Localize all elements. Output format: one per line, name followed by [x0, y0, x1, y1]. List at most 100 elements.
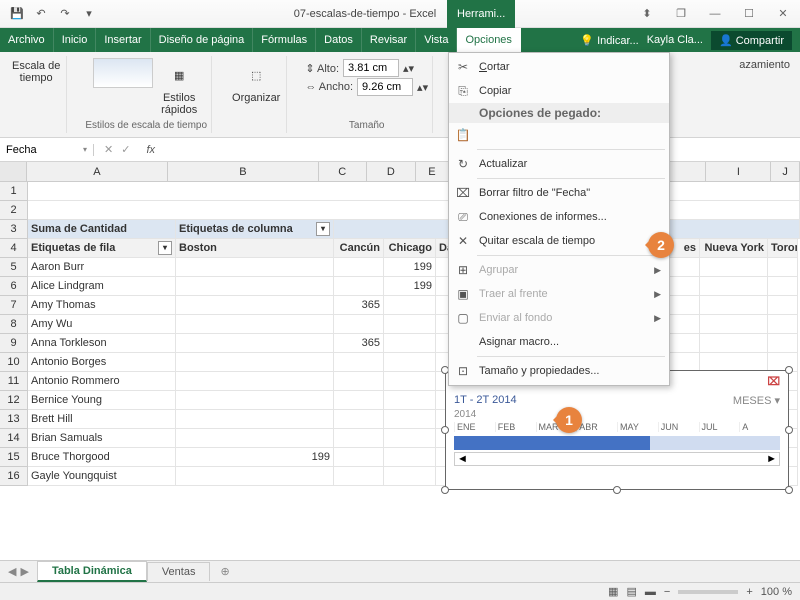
col-header[interactable]: J	[771, 162, 800, 181]
row-header[interactable]: 7	[0, 296, 28, 315]
row-header[interactable]: 3	[0, 220, 28, 239]
timeline-scrollbar[interactable]: ◄►	[454, 452, 780, 466]
ctx-copy[interactable]: ⎘Copiar	[449, 79, 669, 103]
timeline-month[interactable]: A	[739, 422, 780, 432]
timeline-slicer[interactable]: Fecha⌧ 1T - 2T 2014MESES ▾ 2014 ENEFEBMA…	[445, 370, 789, 490]
undo-icon[interactable]: ↶	[30, 3, 52, 25]
timeline-year: 2014	[446, 409, 788, 420]
row-header[interactable]: 6	[0, 277, 28, 296]
contextual-tool-tab[interactable]: Herrami...	[447, 0, 515, 28]
title-bar: 💾 ↶ ↷ ▾ 07-escalas-de-tiempo - Excel Her…	[0, 0, 800, 28]
sheet-nav-prev-icon[interactable]: ◀	[8, 565, 16, 578]
sheet-tab-ventas[interactable]: Ventas	[147, 562, 211, 581]
restore-icon[interactable]: ❐	[664, 0, 698, 28]
maximize-icon[interactable]: ☐	[732, 0, 766, 28]
row-header[interactable]: 11	[0, 372, 28, 391]
row-header[interactable]: 12	[0, 391, 28, 410]
tab-insertar[interactable]: Insertar	[96, 28, 150, 52]
ctx-remove-timeline[interactable]: ✕Quitar escala de tiempo	[449, 229, 669, 253]
estilos-rapidos-button[interactable]: ▦ Estilos rápidos	[159, 58, 199, 118]
zoom-in-icon[interactable]: +	[746, 586, 752, 598]
user-name[interactable]: Kayla Cla...	[647, 34, 703, 46]
col-header[interactable]: B	[168, 162, 319, 181]
timeline-month[interactable]: FEB	[495, 422, 536, 432]
ctx-assign-macro[interactable]: Asignar macro...	[449, 330, 669, 354]
ctx-paste[interactable]: 📋	[449, 123, 669, 147]
close-icon[interactable]: ✕	[766, 0, 800, 28]
row-header[interactable]: 8	[0, 315, 28, 334]
qat-dropdown-icon[interactable]: ▾	[78, 3, 100, 25]
redo-icon[interactable]: ↷	[54, 3, 76, 25]
row-header[interactable]: 5	[0, 258, 28, 277]
tab-opciones[interactable]: Opciones	[457, 28, 520, 52]
enter-icon[interactable]: ✓	[121, 143, 130, 156]
style-gallery-icon[interactable]	[93, 58, 153, 88]
timeline-month[interactable]: JUL	[699, 422, 740, 432]
row-header[interactable]: 2	[0, 201, 28, 220]
clear-timeline-icon[interactable]: ⌧	[767, 375, 780, 388]
col-header[interactable]: I	[706, 162, 771, 181]
view-pagebreak-icon[interactable]: ▬	[645, 586, 656, 598]
tab-archivo[interactable]: Archivo	[0, 28, 54, 52]
timeline-bar[interactable]	[454, 436, 780, 450]
zoom-out-icon[interactable]: −	[664, 586, 670, 598]
share-button[interactable]: 👤 Compartir	[711, 31, 792, 50]
escala-de-tiempo-button[interactable]: Escala de tiempo	[10, 58, 62, 86]
fx-icon[interactable]: fx	[140, 144, 155, 156]
pivot-row-name: Gayle Youngquist	[28, 467, 176, 486]
row-header[interactable]: 1	[0, 182, 28, 201]
name-box[interactable]: Fecha▾	[0, 144, 94, 156]
row-header[interactable]: 9	[0, 334, 28, 353]
col-header[interactable]: D	[367, 162, 417, 181]
tell-me[interactable]: 💡 Indicar...	[580, 34, 638, 47]
ctx-connections[interactable]: ⎚Conexiones de informes...	[449, 205, 669, 229]
group-size: ⇕ Alto:▴▾ ⇔ Ancho:▴▾ Tamaño	[301, 56, 433, 133]
timeline-month[interactable]: ENE	[454, 422, 495, 432]
ribbon: Escala de tiempo ▦ Estilos rápidos Estil…	[0, 52, 800, 138]
timeline-month[interactable]: ABR	[576, 422, 617, 432]
new-sheet-icon[interactable]: ⊕	[210, 565, 239, 578]
tab-diseno[interactable]: Diseño de página	[151, 28, 254, 52]
zoom-level[interactable]: 100 %	[761, 586, 792, 598]
ribbon-display-icon[interactable]: ⬍	[630, 0, 664, 28]
col-header[interactable]: C	[319, 162, 367, 181]
save-icon[interactable]: 💾	[6, 3, 28, 25]
row-header[interactable]: 16	[0, 467, 28, 486]
filter-icon[interactable]: ▾	[316, 222, 330, 236]
tab-formulas[interactable]: Fórmulas	[253, 28, 316, 52]
timeline-level[interactable]: MESES ▾	[733, 394, 780, 407]
tab-datos[interactable]: Datos	[316, 28, 362, 52]
sheet-nav-next-icon[interactable]: ▶	[20, 565, 28, 578]
col-header[interactable]: A	[27, 162, 168, 181]
tab-vista[interactable]: Vista	[416, 28, 457, 52]
sheet-tab-bar: ◀ ▶ Tabla Dinámica Ventas ⊕	[0, 560, 800, 582]
filter-icon[interactable]: ▾	[158, 241, 172, 255]
row-header[interactable]: 13	[0, 410, 28, 429]
pivot-row-name: Antonio Borges	[28, 353, 176, 372]
tab-inicio[interactable]: Inicio	[54, 28, 97, 52]
col-header[interactable]: E	[416, 162, 448, 181]
cancel-icon[interactable]: ✕	[104, 143, 113, 156]
timeline-month[interactable]: JUN	[658, 422, 699, 432]
pivot-col-label: Etiquetas de columna▾	[176, 220, 334, 239]
row-header[interactable]: 15	[0, 448, 28, 467]
view-normal-icon[interactable]: ▦	[608, 585, 618, 598]
minimize-icon[interactable]: —	[698, 0, 732, 28]
organizar-button[interactable]: ⬚ Organizar	[230, 58, 282, 106]
sheet-tab-active[interactable]: Tabla Dinámica	[37, 561, 147, 582]
row-header[interactable]: 14	[0, 429, 28, 448]
width-input[interactable]	[357, 78, 413, 96]
row-header[interactable]: 10	[0, 353, 28, 372]
zoom-slider[interactable]	[678, 590, 738, 594]
ctx-refresh[interactable]: ↻Actualizar	[449, 152, 669, 176]
ctx-size-props[interactable]: ⊡Tamaño y propiedades...	[449, 359, 669, 383]
timeline-month[interactable]: MAY	[617, 422, 658, 432]
select-all-button[interactable]	[0, 162, 27, 181]
tab-revisar[interactable]: Revisar	[362, 28, 416, 52]
bring-front-icon: ▣	[455, 286, 471, 302]
view-layout-icon[interactable]: ▤	[627, 585, 637, 598]
height-input[interactable]	[343, 59, 399, 77]
row-header[interactable]: 4	[0, 239, 28, 258]
ctx-cut[interactable]: ✂Cortar	[449, 55, 669, 79]
ctx-clear-filter[interactable]: ⌧Borrar filtro de "Fecha"	[449, 181, 669, 205]
